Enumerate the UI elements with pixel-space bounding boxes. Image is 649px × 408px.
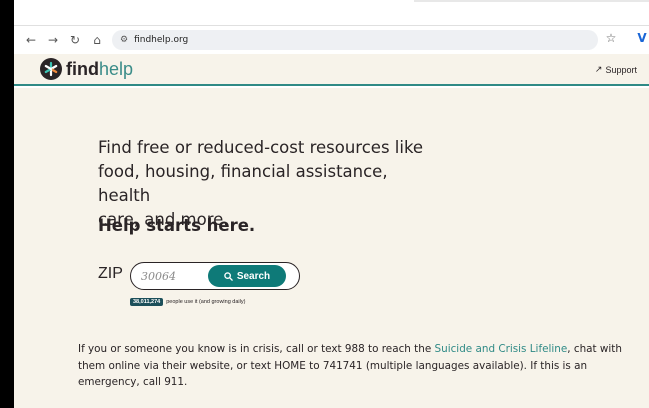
- logo-help-text: help: [99, 58, 134, 79]
- findhelp-logo-text[interactable]: findhelp: [66, 59, 133, 80]
- forward-icon[interactable]: →: [44, 31, 62, 49]
- crisis-lifeline-link[interactable]: Suicide and Crisis Lifeline: [435, 343, 568, 355]
- reload-icon[interactable]: ↻: [66, 31, 84, 49]
- external-link-icon: ↗: [594, 64, 603, 74]
- crisis-text-before: If you or someone you know is in crisis,…: [78, 343, 435, 355]
- address-bar[interactable]: ⚙ findhelp.org: [112, 30, 598, 50]
- extension-icon[interactable]: V: [634, 31, 649, 49]
- site-settings-icon[interactable]: ⚙: [120, 35, 128, 45]
- site-header: findhelp ↗ Support: [14, 54, 649, 86]
- hero-line-2: food, housing, financial assistance, hea…: [98, 162, 388, 205]
- address-bar-url: findhelp.org: [134, 35, 189, 45]
- main-content: Find free or reduced-cost resources like…: [14, 88, 649, 408]
- zip-search-box: Search: [130, 262, 300, 290]
- browser-toolbar: ← → ↻ ⌂ ⚙ findhelp.org ☆ V: [14, 26, 649, 54]
- back-icon[interactable]: ←: [22, 31, 40, 49]
- usage-stats: 38,011,274 people use it (and growing da…: [130, 298, 245, 306]
- support-link[interactable]: ↗ Support: [595, 64, 637, 75]
- search-icon: [224, 271, 233, 281]
- search-button[interactable]: Search: [208, 265, 286, 287]
- crisis-message: If you or someone you know is in crisis,…: [78, 341, 644, 391]
- hero-line-1: Find free or reduced-cost resources like: [98, 138, 424, 157]
- left-edge-bar: [0, 0, 14, 408]
- search-button-label: Search: [236, 270, 271, 282]
- tab-strip: [14, 0, 649, 26]
- usage-count-badge: 38,011,274: [130, 298, 164, 306]
- tab-strip-line: [414, 0, 649, 2]
- usage-count-text: people use it (and growing daily): [166, 299, 246, 305]
- home-icon[interactable]: ⌂: [88, 31, 106, 49]
- bookmark-star-icon[interactable]: ☆: [602, 31, 620, 49]
- findhelp-logo-icon[interactable]: [40, 58, 62, 80]
- support-label: Support: [605, 64, 637, 75]
- zip-label: ZIP: [98, 265, 123, 282]
- hero-tagline: Help starts here.: [98, 216, 256, 235]
- logo-find-text: find: [66, 58, 99, 79]
- zip-input[interactable]: [141, 268, 211, 284]
